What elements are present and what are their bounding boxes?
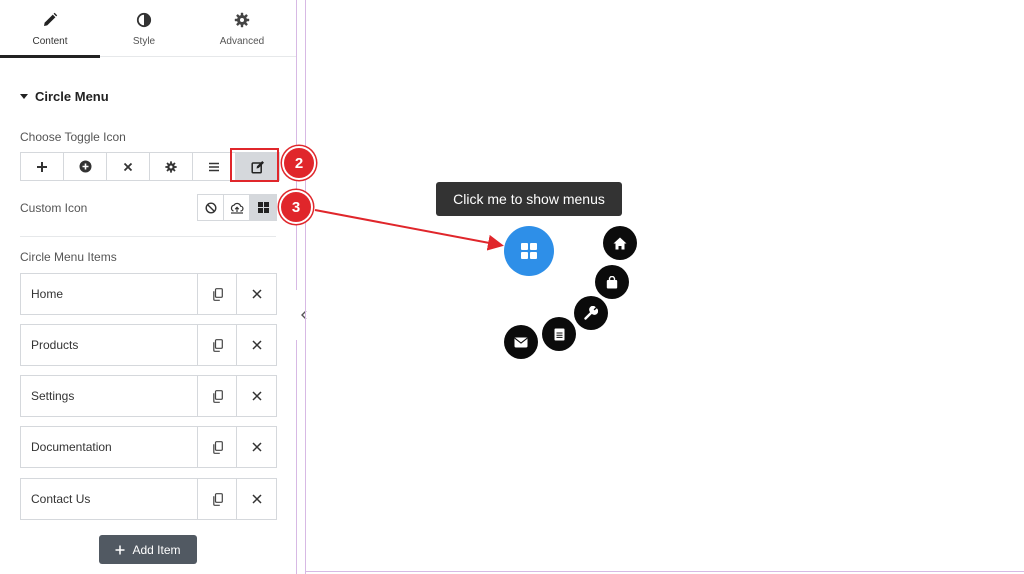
- tab-content[interactable]: Content: [0, 0, 100, 58]
- divider: [20, 236, 276, 237]
- circle-menu-item-documentation[interactable]: [542, 317, 576, 351]
- bag-icon: [606, 275, 618, 288]
- duplicate-button[interactable]: [198, 376, 237, 416]
- close-icon: [123, 162, 133, 171]
- toggle-tooltip: Click me to show menus: [436, 182, 622, 216]
- circle-menu-item-contact[interactable]: [504, 325, 538, 359]
- custom-icon-choices: [197, 194, 277, 221]
- home-icon: [613, 237, 627, 249]
- circle-menu-item-settings[interactable]: [574, 296, 608, 330]
- copy-icon: [212, 287, 223, 301]
- section-title: Circle Menu: [35, 89, 109, 104]
- copy-icon: [212, 492, 223, 506]
- menu-item-row: Products: [20, 324, 277, 366]
- menu-item-title[interactable]: Products: [21, 325, 198, 365]
- tab-style[interactable]: Style: [100, 0, 188, 57]
- circle-menu-item-home[interactable]: [603, 226, 637, 260]
- menu-item-title[interactable]: Home: [21, 274, 198, 314]
- copy-icon: [212, 440, 223, 454]
- grid-icon: [257, 202, 269, 213]
- plus-icon: [115, 545, 125, 554]
- step-badge-2: 2: [282, 146, 316, 180]
- custom-option-none[interactable]: [198, 195, 224, 220]
- panel-collapse-handle[interactable]: [296, 290, 312, 340]
- menu-item-title[interactable]: Settings: [21, 376, 198, 416]
- duplicate-button[interactable]: [198, 427, 237, 467]
- panel-border-line: [296, 340, 297, 574]
- toggle-option-plus[interactable]: [21, 153, 64, 180]
- menu-item-title[interactable]: Contact Us: [21, 479, 198, 519]
- remove-button[interactable]: [237, 376, 276, 416]
- section-header-circle-menu[interactable]: Circle Menu: [20, 89, 109, 104]
- remove-button[interactable]: [237, 479, 276, 519]
- panel-border-line: [296, 0, 297, 290]
- remove-button[interactable]: [237, 274, 276, 314]
- toggle-option-gear[interactable]: [150, 153, 193, 180]
- upload-icon: [230, 202, 244, 214]
- menu-item-row: Settings: [20, 375, 277, 417]
- copy-icon: [212, 389, 223, 403]
- wrench-icon: [584, 306, 598, 320]
- close-icon: [251, 289, 262, 299]
- contrast-icon: [136, 12, 152, 28]
- copy-icon: [212, 338, 223, 352]
- custom-option-upload[interactable]: [224, 195, 250, 220]
- caret-down-icon: [20, 94, 28, 100]
- highlight-box: [230, 148, 279, 182]
- duplicate-button[interactable]: [198, 274, 237, 314]
- gear-icon: [234, 12, 250, 28]
- tab-advanced-label: Advanced: [219, 36, 265, 47]
- envelope-icon: [514, 337, 528, 347]
- custom-icon-label: Custom Icon: [20, 201, 88, 215]
- document-icon: [554, 328, 564, 340]
- plus-icon: [37, 161, 47, 172]
- menu-items-label: Circle Menu Items: [20, 250, 117, 264]
- tab-content-label: Content: [32, 36, 68, 47]
- none-icon: [204, 201, 217, 214]
- menu-item-row: Contact Us: [20, 478, 277, 520]
- editor-panel: Content Style Advanced Circle Menu Choos…: [0, 0, 296, 574]
- step-badge-3: 3: [279, 190, 313, 224]
- duplicate-button[interactable]: [198, 325, 237, 365]
- canvas-border-left: [305, 0, 306, 574]
- close-icon: [251, 442, 262, 452]
- bars-icon: [209, 162, 219, 171]
- close-icon: [251, 494, 262, 504]
- toggle-option-close[interactable]: [107, 153, 150, 180]
- panel-tabs: Content Style Advanced: [0, 0, 296, 58]
- pencil-icon: [44, 12, 58, 26]
- gear-icon: [165, 160, 177, 173]
- close-icon: [251, 340, 262, 350]
- toggle-icon-label: Choose Toggle Icon: [20, 130, 126, 144]
- remove-button[interactable]: [237, 325, 276, 365]
- duplicate-button[interactable]: [198, 479, 237, 519]
- plus-circle-icon: [79, 160, 91, 173]
- remove-button[interactable]: [237, 427, 276, 467]
- circle-menu-item-products[interactable]: [595, 265, 629, 299]
- tab-advanced[interactable]: Advanced: [188, 0, 296, 57]
- menu-item-row: Home: [20, 273, 277, 315]
- canvas-border-bottom: [305, 571, 1024, 572]
- add-item-label: Add Item: [132, 542, 181, 557]
- tab-style-label: Style: [132, 36, 156, 47]
- close-icon: [251, 391, 262, 401]
- circle-menu-toggle[interactable]: [504, 226, 554, 276]
- chevron-left-icon: [301, 310, 307, 320]
- add-item-button[interactable]: Add Item: [99, 535, 197, 564]
- menu-item-title[interactable]: Documentation: [21, 427, 198, 467]
- toggle-option-plus-circle[interactable]: [64, 153, 107, 180]
- grid-icon: [521, 243, 537, 259]
- custom-option-grid[interactable]: [250, 195, 276, 220]
- menu-item-row: Documentation: [20, 426, 277, 468]
